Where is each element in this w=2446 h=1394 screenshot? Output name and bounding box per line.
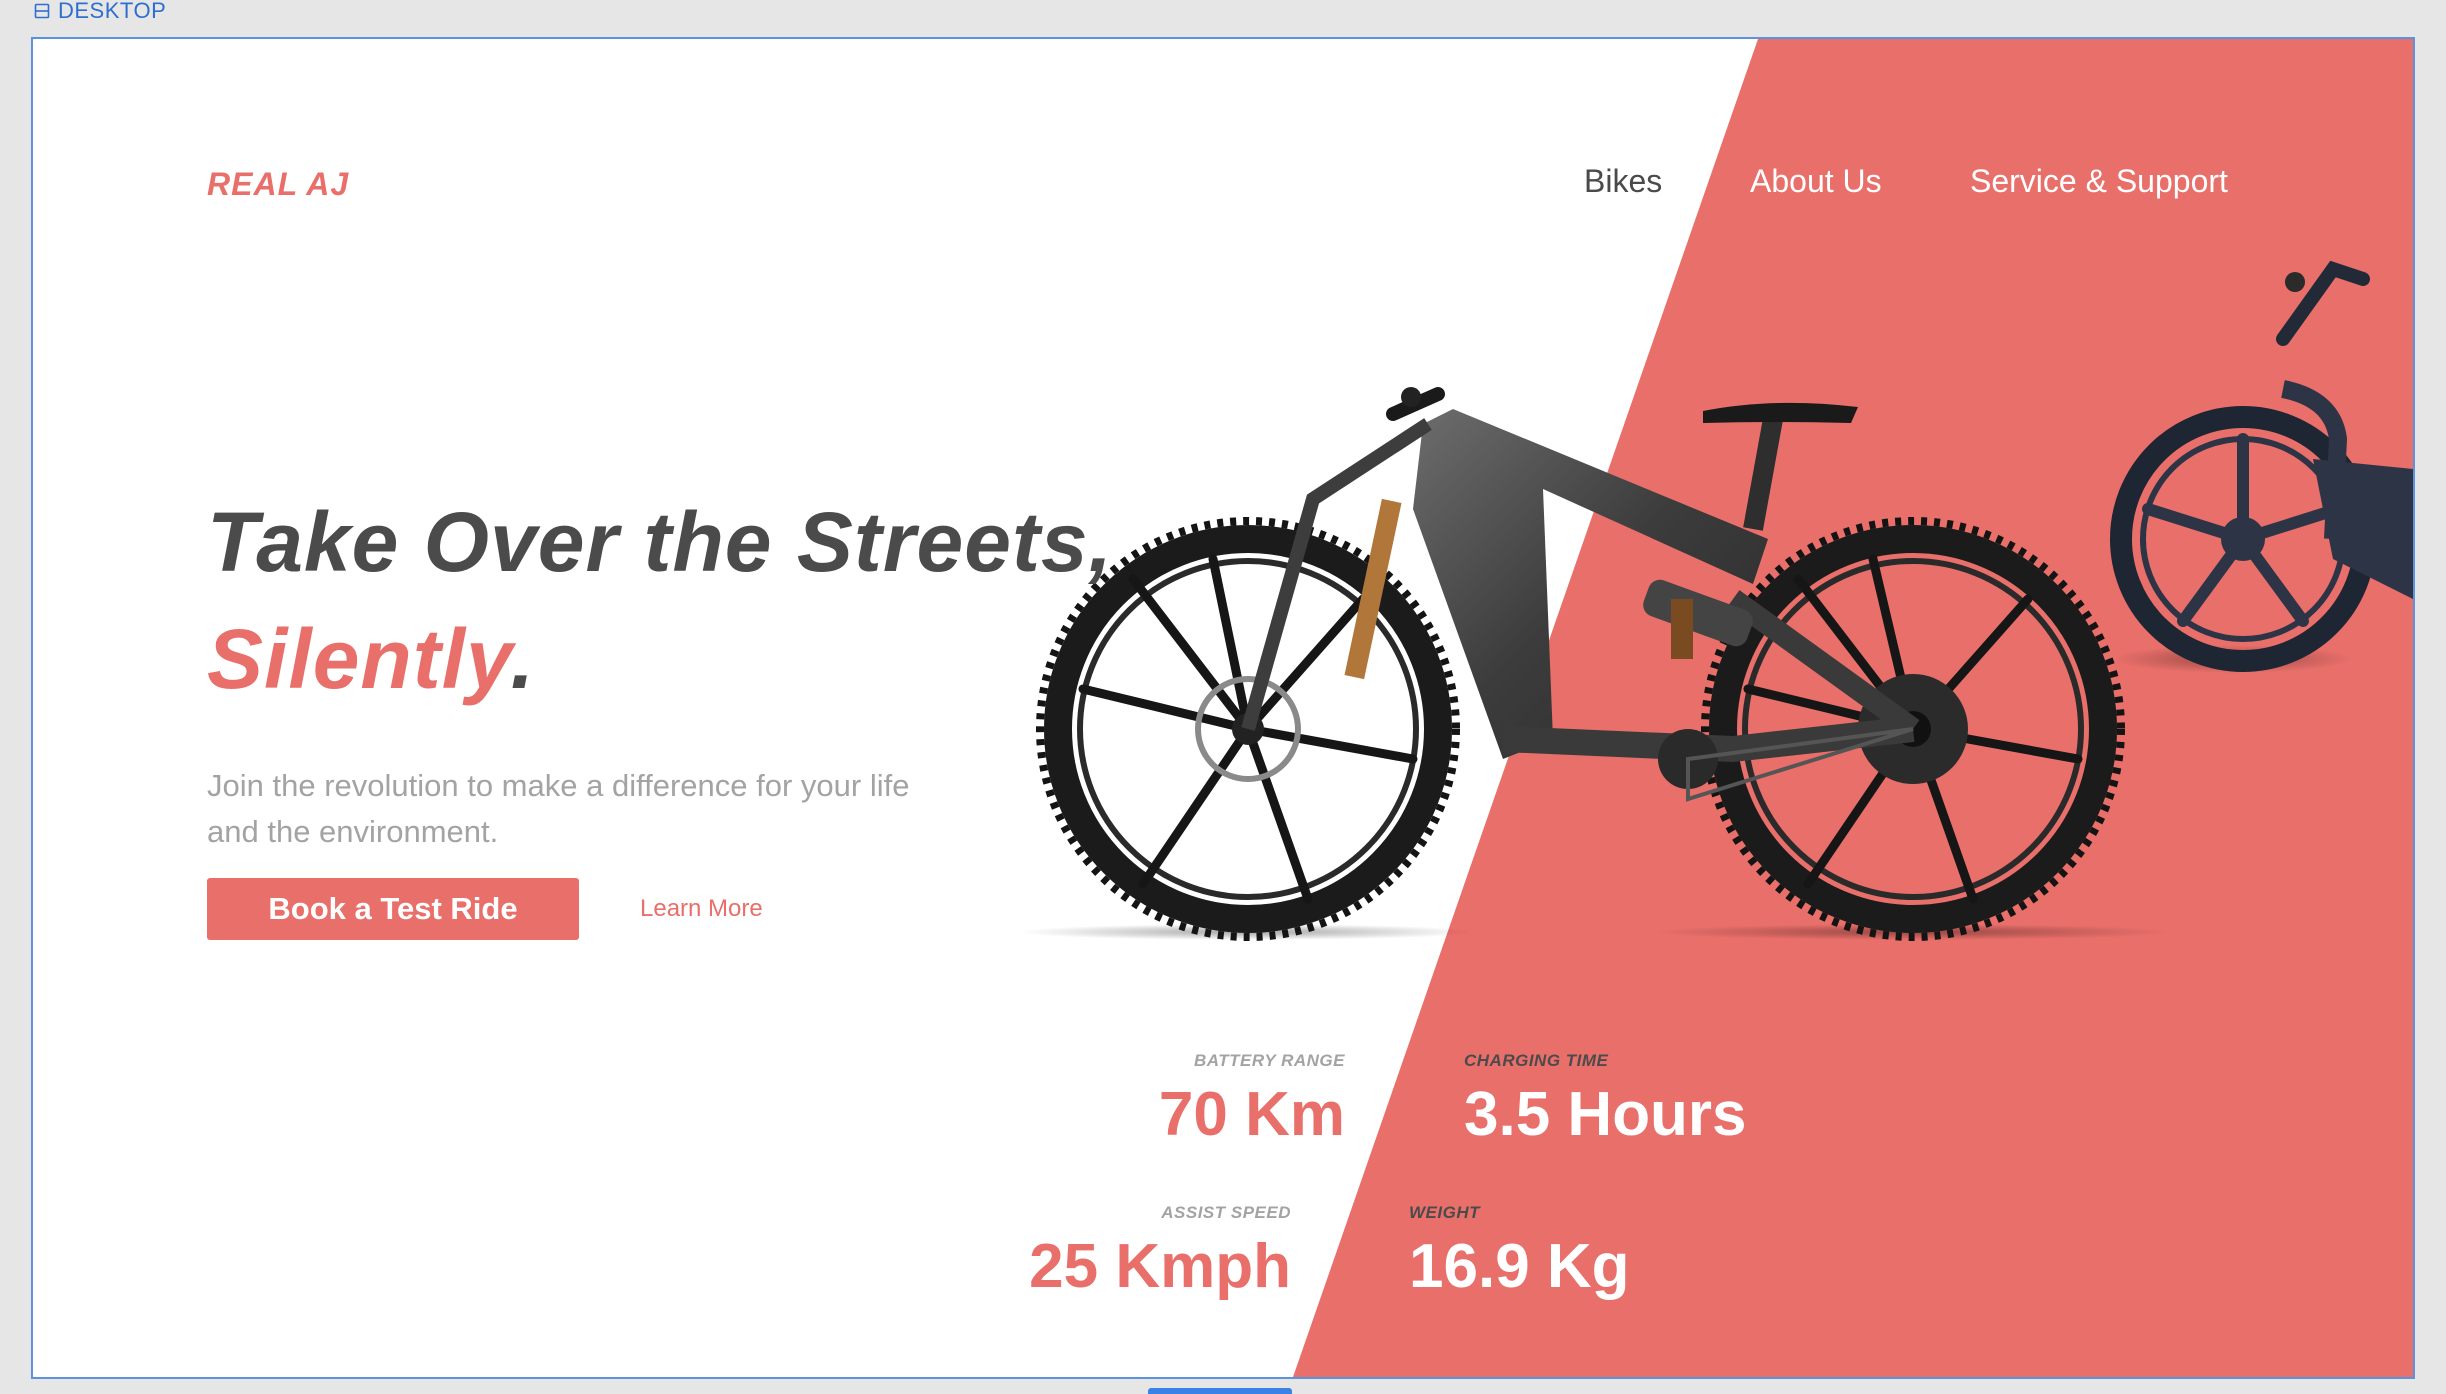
frame-label[interactable]: DESKTOP	[34, 0, 167, 23]
nav-item-about-us[interactable]: About Us	[1750, 163, 1882, 200]
hero-headline-dot: .	[510, 612, 535, 706]
frame-label-text: DESKTOP	[58, 0, 167, 23]
hero-headline-accent: Silently	[207, 612, 511, 706]
stat-label-battery-range: BATTERY RANGE	[1193, 1051, 1345, 1070]
nav-item-bikes[interactable]: Bikes	[1584, 163, 1662, 200]
stat-value-assist-speed: 25 Kmph	[1029, 1232, 1291, 1301]
learn-more-link[interactable]: Learn More	[640, 895, 763, 923]
stat-value-weight: 16.9 Kg	[1409, 1232, 1630, 1301]
stat-label-assist-speed: ASSIST SPEED	[1161, 1203, 1291, 1222]
nav-item-service-support[interactable]: Service & Support	[1970, 163, 2228, 200]
brand-logo[interactable]: REAL AJ	[207, 166, 349, 203]
stat-label-charging-time: CHARGING TIME	[1464, 1051, 1609, 1070]
book-test-ride-button[interactable]: Book a Test Ride	[207, 878, 579, 940]
hero-headline: Take Over the Streets,	[207, 495, 1113, 589]
secondary-bike-image	[2110, 260, 2413, 673]
stat-value-charging-time: 3.5 Hours	[1464, 1080, 1747, 1149]
bike-illustration	[1018, 260, 2413, 941]
hero-subtitle: Join the revolution to make a difference…	[207, 768, 910, 849]
frame-icon	[34, 3, 50, 19]
stat-label-weight: WEIGHT	[1409, 1203, 1480, 1222]
frame-resize-handle[interactable]	[1148, 1388, 1292, 1394]
hero-headline-accent-line: Silently.	[207, 611, 535, 708]
stat-value-battery-range: 70 Km	[1158, 1080, 1345, 1149]
desktop-frame: REAL AJ Bikes About Us Service & Support…	[31, 37, 2415, 1379]
